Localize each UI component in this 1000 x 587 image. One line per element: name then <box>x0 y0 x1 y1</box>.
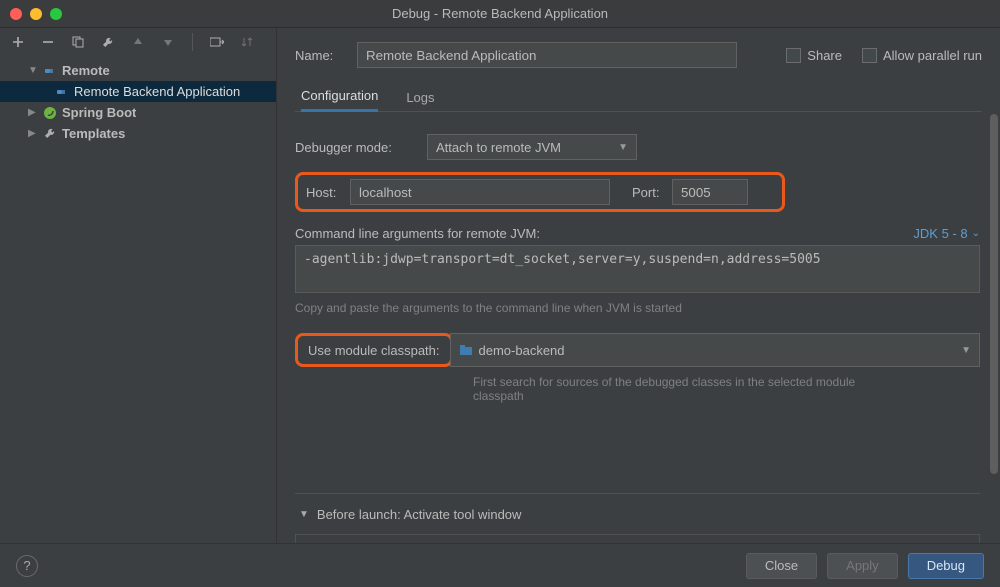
debugger-mode-label: Debugger mode: <box>295 140 417 155</box>
toolbar-separator <box>192 33 193 51</box>
host-input[interactable] <box>350 179 610 205</box>
tabs: Configuration Logs <box>295 82 982 112</box>
module-hint: First search for sources of the debugged… <box>473 375 873 403</box>
share-label: Share <box>807 48 842 63</box>
sidebar-toolbar <box>0 28 276 56</box>
before-launch-tasks: There are no tasks to run before launch <box>295 534 980 543</box>
add-icon[interactable] <box>10 34 26 50</box>
scrollbar[interactable] <box>988 114 1000 543</box>
close-window-icon[interactable] <box>10 8 22 20</box>
wrench-icon <box>42 126 58 142</box>
module-icon <box>459 344 473 356</box>
move-up-icon[interactable] <box>130 34 146 50</box>
help-icon[interactable]: ? <box>16 555 38 577</box>
move-down-icon[interactable] <box>160 34 176 50</box>
chevron-right-icon: ▶ <box>28 107 38 118</box>
host-label: Host: <box>306 185 350 200</box>
sidebar: ▼ Remote Remote Backend Application ▶ Sp… <box>0 28 277 543</box>
chevron-down-icon: ▼ <box>618 142 628 153</box>
chevron-right-icon: ▶ <box>28 128 38 139</box>
module-highlight: Use module classpath: <box>295 333 453 367</box>
parallel-checkbox[interactable]: Allow parallel run <box>862 48 982 63</box>
maximize-window-icon[interactable] <box>50 8 62 20</box>
spring-icon <box>42 105 58 121</box>
window-title: Debug - Remote Backend Application <box>0 6 1000 21</box>
window-controls <box>10 8 62 20</box>
chevron-down-icon: ▼ <box>28 65 38 76</box>
tree-item-remote-backend[interactable]: Remote Backend Application <box>0 81 276 102</box>
sort-icon[interactable] <box>239 34 255 50</box>
section-divider <box>295 493 980 494</box>
chevron-down-icon: ⌄ <box>972 228 980 239</box>
tree-item-spring-boot[interactable]: ▶ Spring Boot <box>0 102 276 123</box>
name-input[interactable] <box>357 42 737 68</box>
checkbox-icon <box>786 48 801 63</box>
tree-item-templates[interactable]: ▶ Templates <box>0 123 276 144</box>
main-panel: Name: Share Allow parallel run Configura… <box>277 28 1000 543</box>
host-port-highlight: Host: Port: <box>295 172 785 212</box>
cmd-hint: Copy and paste the arguments to the comm… <box>295 301 980 315</box>
module-dropdown[interactable]: demo-backend ▼ <box>450 333 980 367</box>
tab-logs[interactable]: Logs <box>406 82 434 112</box>
tree-item-remote[interactable]: ▼ Remote <box>0 60 276 81</box>
module-label: Use module classpath: <box>308 343 440 358</box>
minimize-window-icon[interactable] <box>30 8 42 20</box>
copy-icon[interactable] <box>70 34 86 50</box>
tree-label: Remote Backend Application <box>74 84 240 99</box>
port-input[interactable] <box>672 179 748 205</box>
jdk-link[interactable]: JDK 5 - 8 ⌄ <box>913 226 980 241</box>
titlebar: Debug - Remote Backend Application <box>0 0 1000 28</box>
before-launch-header[interactable]: ▼ Before launch: Activate tool window <box>295 500 980 528</box>
share-checkbox[interactable]: Share <box>786 48 842 63</box>
chevron-down-icon: ▼ <box>961 345 971 356</box>
scrollbar-thumb[interactable] <box>990 114 998 474</box>
port-label: Port: <box>632 185 672 200</box>
wrench-icon[interactable] <box>100 34 116 50</box>
footer: ? Close Apply Debug <box>0 543 1000 587</box>
debugger-mode-dropdown[interactable]: Attach to remote JVM ▼ <box>427 134 637 160</box>
cmd-args-label: Command line arguments for remote JVM: <box>295 226 540 241</box>
remove-icon[interactable] <box>40 34 56 50</box>
tree-label: Spring Boot <box>62 105 136 120</box>
before-launch-label: Before launch: Activate tool window <box>317 507 522 522</box>
debugger-mode-value: Attach to remote JVM <box>436 140 561 155</box>
module-value: demo-backend <box>479 343 565 358</box>
tree-label: Remote <box>62 63 110 78</box>
plug-icon <box>42 63 58 79</box>
debug-button[interactable]: Debug <box>908 553 984 579</box>
config-tree: ▼ Remote Remote Backend Application ▶ Sp… <box>0 56 276 543</box>
apply-button[interactable]: Apply <box>827 553 898 579</box>
close-button[interactable]: Close <box>746 553 817 579</box>
tree-label: Templates <box>62 126 125 141</box>
plug-icon <box>54 84 70 100</box>
name-label: Name: <box>295 48 345 63</box>
tab-configuration[interactable]: Configuration <box>301 82 378 112</box>
parallel-label: Allow parallel run <box>883 48 982 63</box>
folder-export-icon[interactable] <box>209 34 225 50</box>
cmd-args-box[interactable]: -agentlib:jdwp=transport=dt_socket,serve… <box>295 245 980 293</box>
chevron-down-icon: ▼ <box>299 509 309 520</box>
config-scroll[interactable]: Debugger mode: Attach to remote JVM ▼ Ho… <box>295 114 994 543</box>
checkbox-icon <box>862 48 877 63</box>
